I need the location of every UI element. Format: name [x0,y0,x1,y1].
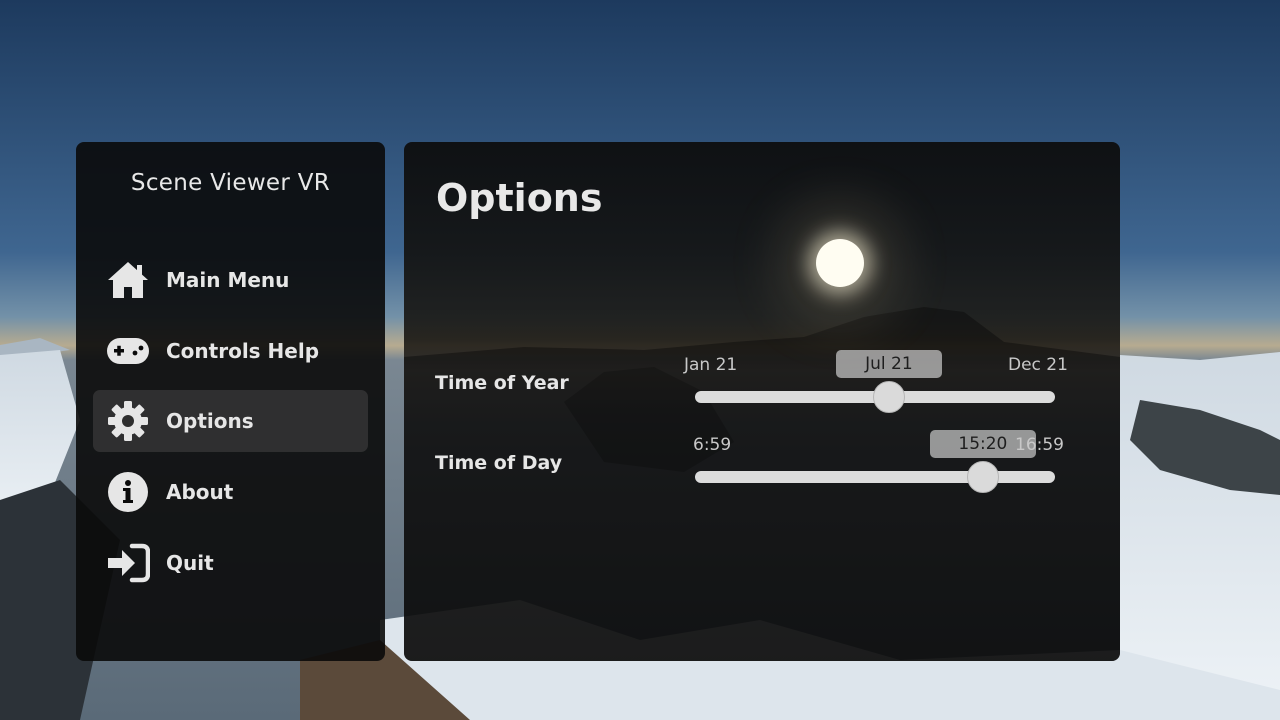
gear-icon [105,398,151,444]
time-of-day-value-bubble: 15:20 [929,430,1036,458]
main-menu-panel: Scene Viewer VR Main Menu Controls Help [76,142,385,661]
time-of-year-label: Time of Year [435,372,569,394]
menu-item-label: Controls Help [166,339,320,363]
time-of-day-min-label: 6:59 [693,435,732,455]
exit-icon [105,540,151,586]
menu-item-quit[interactable]: Quit [93,532,368,594]
menu-item-about[interactable]: About [93,461,368,523]
menu-item-label: Options [166,409,254,433]
options-panel: Options Time of Year Jan 21 Dec 21 Jul 2… [404,142,1120,661]
options-title: Options [436,176,603,220]
gamepad-icon [105,328,151,374]
menu-item-label: Quit [166,551,214,575]
time-of-year-min-label: Jan 21 [684,355,738,375]
menu-item-options[interactable]: Options [93,390,368,452]
time-of-day-slider-thumb[interactable] [966,461,999,493]
time-of-year-value-bubble: Jul 21 [835,350,942,378]
info-icon [105,469,151,515]
time-of-day-label: Time of Day [435,452,563,474]
menu-item-label: About [166,480,234,504]
time-of-day-slider-track[interactable] [695,471,1055,483]
app-title: Scene Viewer VR [130,170,331,196]
menu-item-controls-help[interactable]: Controls Help [93,320,368,382]
sun [816,239,864,287]
time-of-year-max-label: Dec 21 [1008,355,1068,375]
time-of-year-slider-thumb[interactable] [872,381,905,413]
menu-item-main-menu[interactable]: Main Menu [93,249,368,311]
menu-item-label: Main Menu [166,268,290,292]
home-icon [105,257,151,303]
